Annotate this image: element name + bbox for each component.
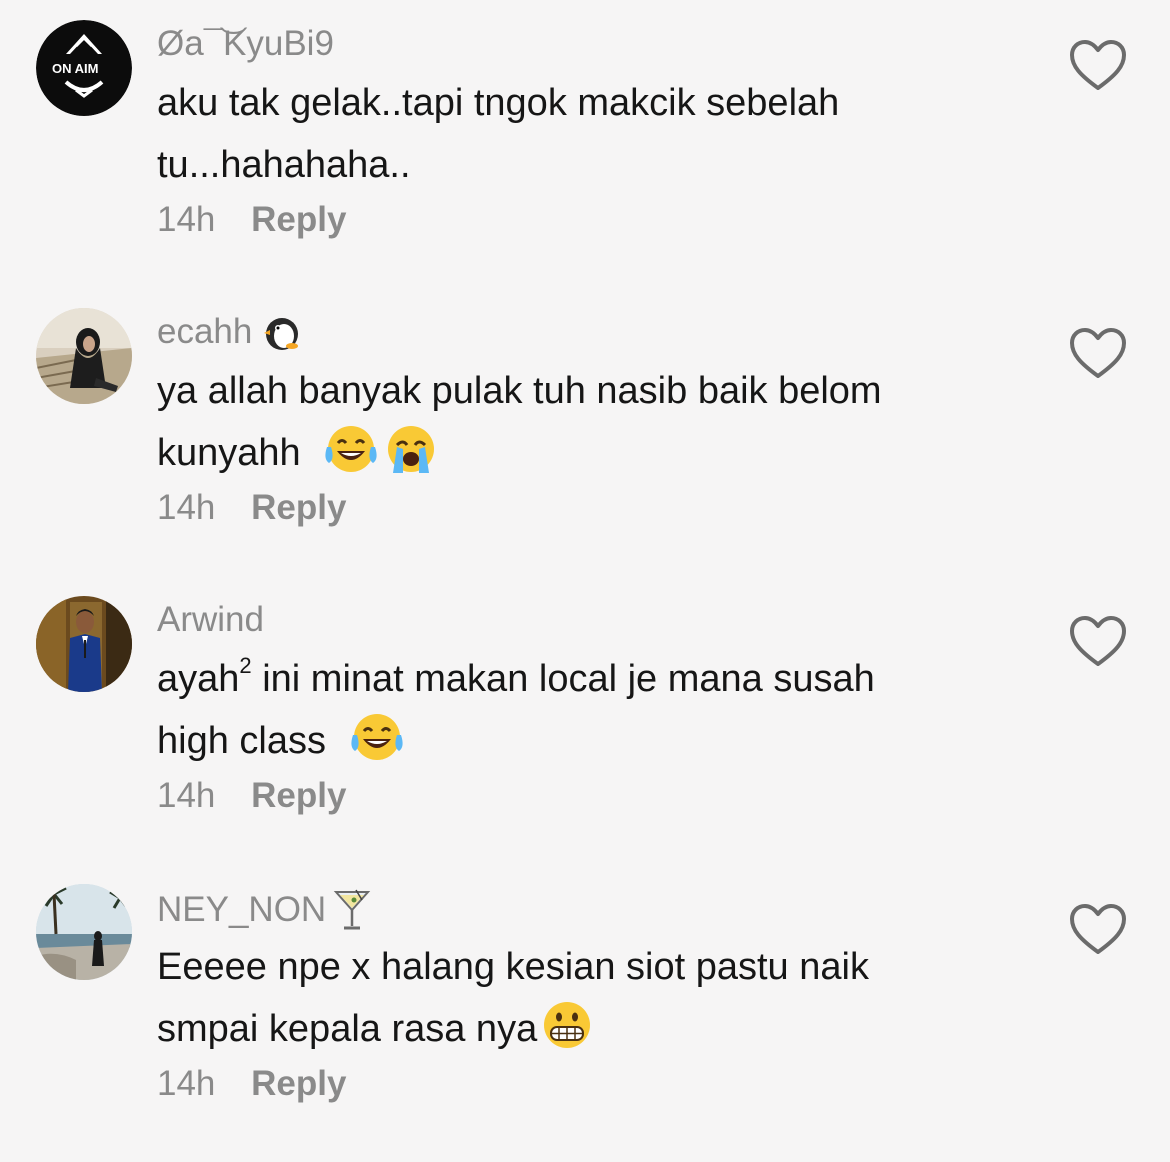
comment-text-prefix: ayah [157,658,240,700]
comment-text: Eeeee npe x halang kesian siot pastu nai… [157,936,1027,1070]
comment-item: Arwind ayah2 ini minat makan local je ma… [0,586,1170,874]
laughing-tears-emoji [323,423,379,494]
comment-text-line-content: high class [157,720,326,762]
comment-text-line-content: smpai kepala rasa nya [157,1008,538,1050]
comment-text-line: ayah2 ini minat makan local je mana susa… [157,648,1027,710]
svg-text:ON AIM: ON AIM [52,61,98,76]
reply-button[interactable]: Reply [251,1064,346,1103]
heart-icon[interactable] [1068,326,1128,382]
penguin-icon [262,312,302,352]
laughing-tears-emoji [349,711,405,782]
superscript: 2 [239,653,252,678]
comment-text-line: tu...hahahaha.. [157,144,411,186]
like-button[interactable] [1068,38,1128,94]
avatar[interactable] [36,308,132,404]
timestamp: 14h [157,488,216,527]
comment-text-line: smpai kepala rasa nya [157,998,1027,1070]
comment-text-suffix: ini minat makan local je mana susah [251,658,875,700]
like-button[interactable] [1068,614,1128,670]
heart-icon[interactable] [1068,38,1128,94]
timestamp: 14h [157,1064,216,1103]
comment-text: ayah2 ini minat makan local je mana susa… [157,648,1027,782]
grimacing-emoji [539,999,595,1070]
cocktail-glass-icon [332,888,372,932]
username[interactable]: Øa¯͝KyuBi9 [157,24,334,64]
username[interactable]: ecahh [157,312,302,352]
like-button[interactable] [1068,902,1128,958]
comment-item: NEY_NON Eeeee npe x halang kesian siot p… [0,874,1170,1162]
avatar[interactable] [36,596,132,692]
comment-text-line: high class [157,710,1027,782]
comment-text-line: aku tak gelak..tapi tngok makcik sebelah [157,82,840,124]
comment-item: ecahh ya allah banyak pulak tuh nasib ba… [0,298,1170,586]
comment-text-line: ya allah banyak pulak tuh nasib baik bel… [157,370,882,412]
comment-meta: 14h Reply [157,200,346,240]
timestamp: 14h [157,776,216,815]
reply-button[interactable]: Reply [251,200,346,239]
comment-text-line: Eeeee npe x halang kesian siot pastu nai… [157,946,869,988]
username[interactable]: Arwind [157,600,264,640]
comment-text: ya allah banyak pulak tuh nasib baik bel… [157,360,1027,494]
comment-text-line-content: kunyahh [157,432,301,474]
comment-meta: 14h Reply [157,488,346,528]
comment-text: aku tak gelak..tapi tngok makcik sebelah… [157,72,1027,196]
comment-text-line: kunyahh [157,422,1027,494]
comment-meta: 14h Reply [157,776,346,816]
username-text[interactable]: ecahh [157,312,252,352]
comment-item: ON AIM Øa¯͝KyuBi9 aku tak gelak..tapi tn… [0,10,1170,298]
like-button[interactable] [1068,326,1128,382]
username-text[interactable]: Øa¯͝KyuBi9 [157,24,334,64]
avatar[interactable]: ON AIM [36,20,132,116]
crying-emoji [383,423,439,494]
username-text[interactable]: NEY_NON [157,890,326,930]
reply-button[interactable]: Reply [251,488,346,527]
heart-icon[interactable] [1068,614,1128,670]
timestamp: 14h [157,200,216,239]
comment-meta: 14h Reply [157,1064,346,1104]
username[interactable]: NEY_NON [157,888,372,932]
heart-icon[interactable] [1068,902,1128,958]
avatar[interactable] [36,884,132,980]
username-text[interactable]: Arwind [157,600,264,640]
reply-button[interactable]: Reply [251,776,346,815]
